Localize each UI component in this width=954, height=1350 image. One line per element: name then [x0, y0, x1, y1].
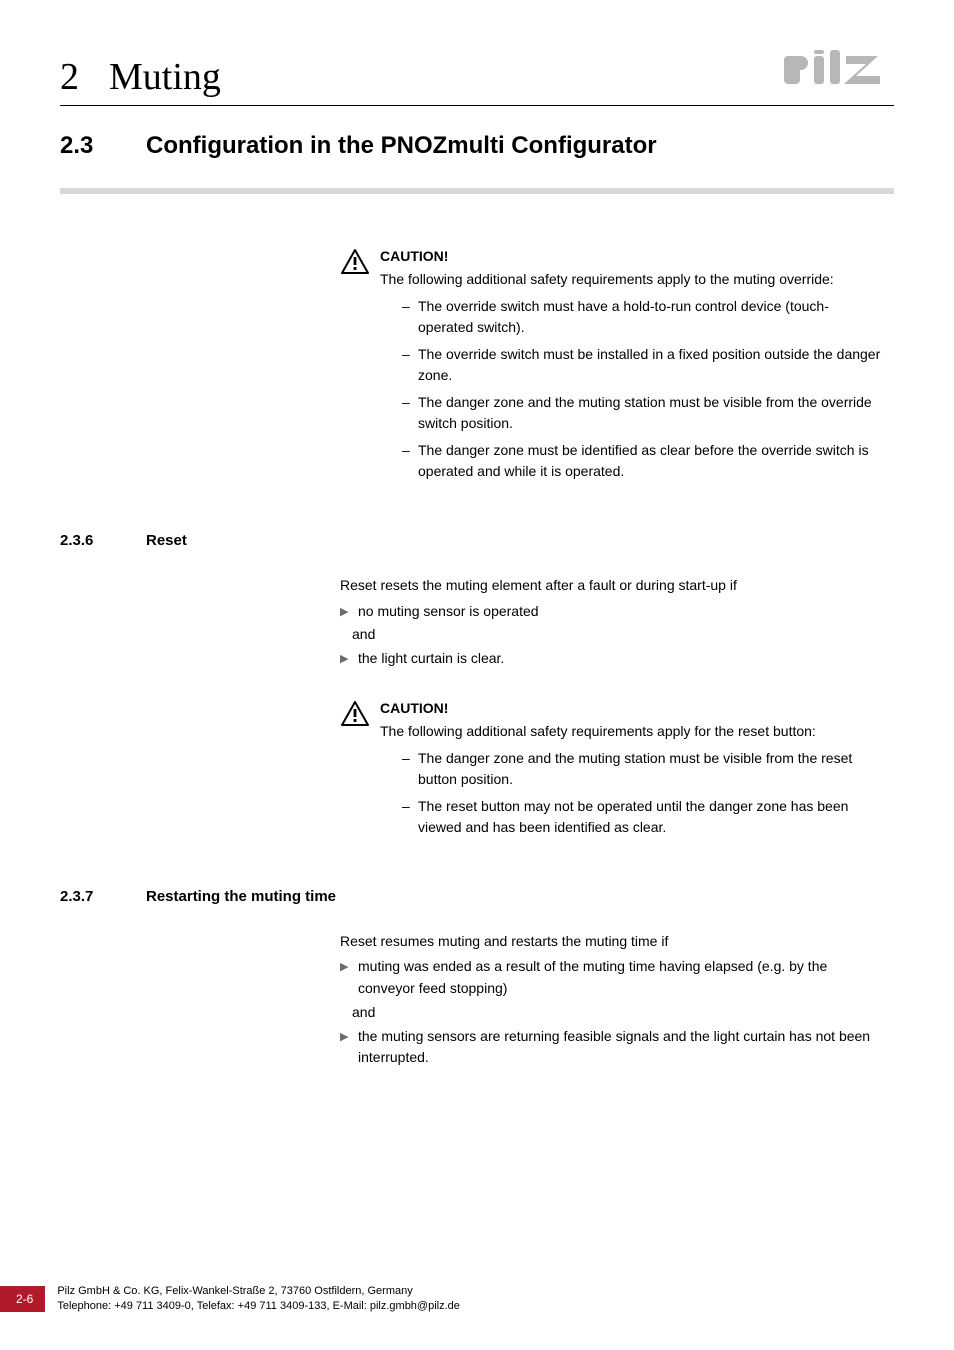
- page-number-badge: 2-6: [0, 1286, 45, 1312]
- list-item-text: the muting sensors are returning feasibl…: [358, 1026, 884, 1069]
- list-item: ▶the light curtain is clear.: [340, 648, 884, 670]
- list-item: ▶the muting sensors are returning feasib…: [340, 1026, 884, 1069]
- content-col: Reset resumes muting and restarts the mu…: [340, 931, 884, 1069]
- list-item-text: the light curtain is clear.: [358, 648, 504, 670]
- section-number: 2.3: [60, 132, 146, 160]
- caution-intro: The following additional safety requirem…: [380, 721, 884, 742]
- subsection-heading-237: 2.3.7 Restarting the muting time: [60, 888, 894, 905]
- subsection-title: Restarting the muting time: [146, 888, 336, 905]
- list-item: ▶muting was ended as a result of the mut…: [340, 956, 884, 999]
- bullet-list: ▶no muting sensor is operated and ▶the l…: [340, 601, 884, 670]
- list-item: –The danger zone and the muting station …: [402, 392, 884, 434]
- triangle-bullet-icon: ▶: [340, 601, 358, 623]
- list-item-text: The danger zone must be identified as cl…: [418, 440, 884, 482]
- caution-block-reset: CAUTION! The following additional safety…: [340, 698, 884, 844]
- divider-rule: [60, 188, 894, 194]
- pilz-logo: [784, 50, 894, 95]
- list-item: –The reset button may not be operated un…: [402, 796, 884, 838]
- paragraph: Reset resets the muting element after a …: [340, 575, 884, 597]
- and-connector: and: [352, 1002, 884, 1024]
- list-item-text: The danger zone and the muting station m…: [418, 392, 884, 434]
- footer-text: Pilz GmbH & Co. KG, Felix-Wankel-Straße …: [57, 1284, 460, 1314]
- list-item-text: The reset button may not be operated unt…: [418, 796, 884, 838]
- list-item: –The danger zone and the muting station …: [402, 748, 884, 790]
- subsection-number: 2.3.7: [60, 888, 146, 905]
- header-left: 2 Muting: [60, 55, 221, 99]
- content-col: Reset resets the muting element after a …: [340, 575, 884, 844]
- subsection-heading-236: 2.3.6 Reset: [60, 532, 894, 549]
- caution-label: CAUTION!: [380, 246, 884, 267]
- page-footer: 2-6 Pilz GmbH & Co. KG, Felix-Wankel-Str…: [0, 1284, 954, 1314]
- footer-line1: Pilz GmbH & Co. KG, Felix-Wankel-Straße …: [57, 1284, 460, 1299]
- list-item: –The danger zone must be identified as c…: [402, 440, 884, 482]
- triangle-bullet-icon: ▶: [340, 1026, 358, 1069]
- list-item-text: The override switch must be installed in…: [418, 344, 884, 386]
- caution-label: CAUTION!: [380, 698, 884, 719]
- list-item: –The override switch must be installed i…: [402, 344, 884, 386]
- section-heading: 2.3 Configuration in the PNOZmulti Confi…: [60, 132, 894, 160]
- caution-block-override: CAUTION! The following additional safety…: [340, 246, 884, 488]
- content-col: CAUTION! The following additional safety…: [340, 246, 884, 488]
- footer-line2: Telephone: +49 711 3409-0, Telefax: +49 …: [57, 1299, 460, 1314]
- caution-body: CAUTION! The following additional safety…: [380, 698, 884, 844]
- page-header: 2 Muting: [60, 50, 894, 106]
- list-item-text: no muting sensor is operated: [358, 601, 539, 623]
- bullet-list: ▶muting was ended as a result of the mut…: [340, 956, 884, 1068]
- chapter-title: Muting: [109, 55, 221, 99]
- section-title: Configuration in the PNOZmulti Configura…: [146, 132, 657, 160]
- list-item: –The override switch must have a hold-to…: [402, 296, 884, 338]
- caution-sublist: –The override switch must have a hold-to…: [402, 296, 884, 482]
- list-item: ▶no muting sensor is operated: [340, 601, 884, 623]
- subsection-title: Reset: [146, 532, 187, 549]
- triangle-bullet-icon: ▶: [340, 648, 358, 670]
- triangle-bullet-icon: ▶: [340, 956, 358, 999]
- warning-icon: [340, 700, 374, 844]
- caution-intro: The following additional safety requirem…: [380, 269, 884, 290]
- and-connector: and: [352, 624, 884, 646]
- warning-icon: [340, 248, 374, 488]
- caution-sublist: –The danger zone and the muting station …: [402, 748, 884, 838]
- paragraph: Reset resumes muting and restarts the mu…: [340, 931, 884, 953]
- list-item-text: muting was ended as a result of the muti…: [358, 956, 884, 999]
- chapter-number: 2: [60, 55, 79, 99]
- caution-body: CAUTION! The following additional safety…: [380, 246, 884, 488]
- list-item-text: The override switch must have a hold-to-…: [418, 296, 884, 338]
- subsection-number: 2.3.6: [60, 532, 146, 549]
- page: 2 Muting 2.3 Configuration in the PNOZmu…: [0, 0, 954, 1350]
- list-item-text: The danger zone and the muting station m…: [418, 748, 884, 790]
